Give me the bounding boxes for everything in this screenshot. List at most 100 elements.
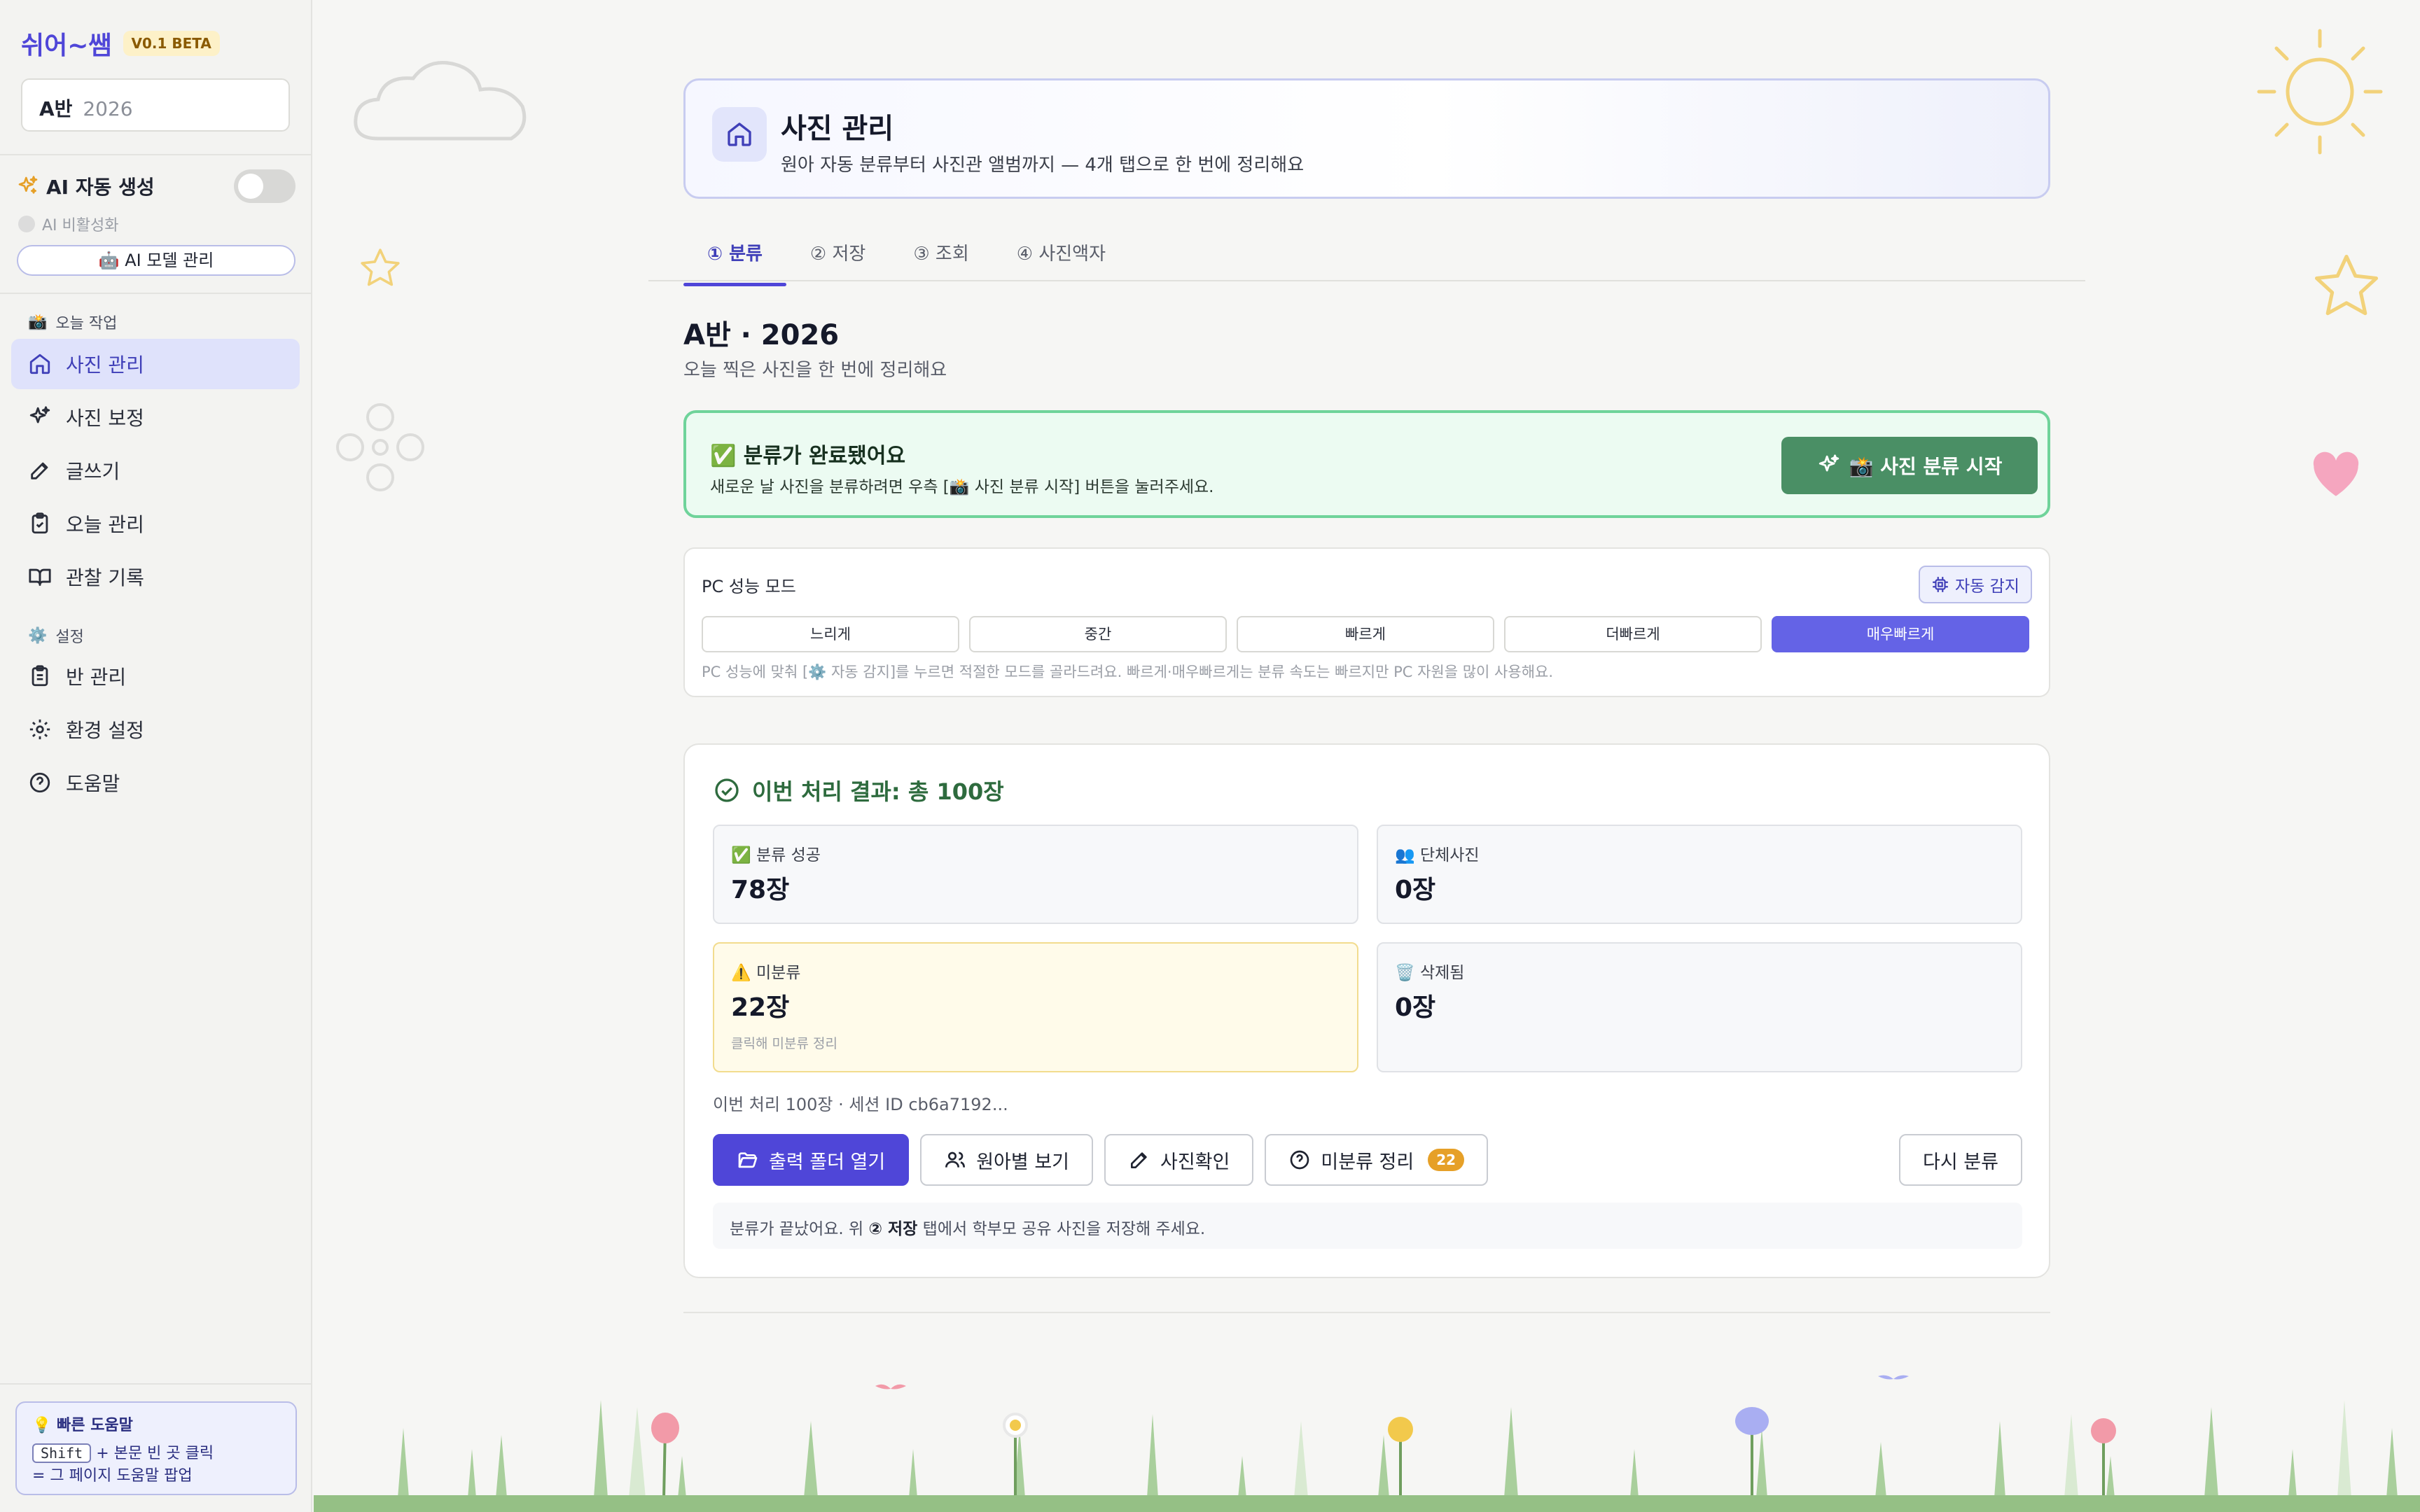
tab-photo-frame[interactable]: ④ 사진액자 [993,234,1129,284]
stat-value: 78장 [731,876,790,904]
reclassify-button[interactable]: 다시 분류 [1899,1134,2022,1186]
quick-help-box: 💡 빠른 도움말 Shift + 본문 빈 곳 클릭 = 그 페이지 도움말 팝… [15,1401,297,1495]
quick-help-line: Shift + 본문 빈 곳 클릭 [32,1441,280,1463]
sidebar-section-today: 📸 오늘 작업 [28,311,117,333]
home-icon [728,122,751,146]
sun-icon [2257,29,2383,155]
result-card: 이번 처리 결과: 총 100장 ✅ 분류 성공 78장 👥 단체사진 0장 ⚠… [683,743,2050,1278]
start-classify-button[interactable]: 📸 사진 분류 시작 [1781,437,2038,494]
tab-view[interactable]: ③ 조회 [889,234,992,284]
star-icon [2314,254,2379,316]
tab-classify[interactable]: ① 분류 [683,234,786,286]
note-save-tab: ② 저장 [868,1220,918,1238]
mode-medium[interactable]: 중간 [969,616,1227,652]
stat-hint: 클릭해 미분류 정리 [731,1036,837,1051]
tab-save[interactable]: ② 저장 [786,234,889,284]
check-circle-icon [715,778,739,802]
mode-fastest[interactable]: 매우빠르게 [1772,616,2029,652]
book-open-icon [29,568,51,586]
clipboard-check-icon [32,512,48,534]
stat-group-photo: 👥 단체사진 0장 [1377,825,2022,924]
sidebar-item-label: 오늘 관리 [66,513,144,536]
classify-done-banner: ✅ 분류가 완료됐어요 새로운 날 사진을 분류하려면 우측 [📸 사진 분류 … [683,410,2050,518]
class-name: A반 [39,97,73,120]
tab-underline [648,280,2085,281]
stat-label: 👥 단체사진 [1395,846,1480,864]
stat-success: ✅ 분류 성공 78장 [713,825,1358,924]
app-window: 쉬어~쌤 V0.1 BETA A반 2026 AI 자동 생성 AI 비활성화 … [0,0,2420,1512]
mode-fast[interactable]: 빠르게 [1237,616,1494,652]
sparkles-icon [29,406,50,424]
sidebar-divider [0,1383,312,1385]
section-label: 오늘 작업 [55,315,118,332]
sidebar-item-writing[interactable]: 글쓰기 [11,445,300,496]
sidebar-item-photo-manage[interactable]: 사진 관리 [11,339,300,389]
view-by-child-button[interactable]: 원아별 보기 [920,1134,1094,1186]
section-subtitle: 오늘 찍은 사진을 한 번에 정리해요 [683,360,947,381]
sidebar-item-settings[interactable]: 환경 설정 [11,704,300,755]
ai-auto-label: AI 자동 생성 [46,176,155,199]
flower-outline-icon [336,403,424,491]
shift-key: Shift [32,1443,92,1463]
photo-check-button[interactable]: 사진확인 [1104,1134,1254,1186]
sidebar-divider [0,154,312,155]
session-info: 이번 처리 100장 · 세션 ID cb6a7192... [713,1095,1008,1114]
ai-auto-row: AI 자동 생성 [17,169,295,203]
stat-unclassified[interactable]: ⚠️ 미분류 22장 클릭해 미분류 정리 [713,942,1358,1072]
unclassified-count-badge: 22 [1428,1149,1465,1171]
brand: 쉬어~쌤 V0.1 BETA [21,25,220,62]
mode-faster[interactable]: 더빠르게 [1504,616,1762,652]
sidebar-item-help[interactable]: 도움말 [11,757,300,808]
perf-note: PC 성능에 맞춰 [⚙️ 자동 감지]를 누르면 적절한 모드를 골라드려요.… [702,664,1554,680]
sidebar-section-settings: ⚙️ 설정 [28,624,84,647]
ai-model-manage-button[interactable]: 🤖 AI 모델 관리 [17,245,295,276]
sidebar-item-photo-edit[interactable]: 사진 보정 [11,392,300,442]
auto-detect-label: 자동 감지 [1955,578,2019,596]
gear-icon: ⚙️ [28,626,48,645]
sidebar-item-label: 사진 보정 [66,407,144,430]
help-circle-icon [1291,1150,1309,1170]
folder-open-icon [738,1152,758,1168]
note-suffix: 탭에서 학부모 공유 사진을 저장해 주세요. [917,1220,1206,1238]
sidebar-item-label: 관찰 기록 [66,566,144,589]
ai-auto-toggle[interactable] [234,169,295,203]
result-note: 분류가 끝났어요. 위 ② 저장 탭에서 학부모 공유 사진을 저장해 주세요. [713,1203,2022,1249]
sidebar-item-label: 환경 설정 [66,719,144,742]
auto-detect-button[interactable]: 자동 감지 [1919,566,2032,603]
button-label: 출력 폴더 열기 [769,1151,886,1173]
note-prefix: 분류가 끝났어요. 위 [730,1220,869,1238]
help-circle-icon [29,772,50,793]
home-icon [29,354,50,374]
quick-help-line2: = 그 페이지 도움말 팝업 [32,1467,193,1485]
camera-icon: 📸 [28,313,48,331]
pc-performance-card: PC 성능 모드 자동 감지 느리게 중간 빠르게 더빠르게 매우빠르게 PC … [683,547,2050,697]
cloud-icon [354,61,527,141]
sidebar-item-label: 도움말 [66,772,120,795]
sidebar-item-today-manage[interactable]: 오늘 관리 [11,498,300,549]
sidebar-item-label: 글쓰기 [66,460,120,483]
mode-slow[interactable]: 느리게 [702,616,959,652]
sidebar-item-label: 반 관리 [66,666,127,689]
class-selector[interactable]: A반 2026 [21,78,290,132]
quick-help-line1: + 본문 빈 곳 클릭 [96,1445,214,1462]
stat-label: ✅ 분류 성공 [731,846,821,864]
sidebar-item-label: 사진 관리 [66,354,144,377]
page-title: 사진 관리 [781,113,894,145]
ai-status-text: AI 비활성화 [42,217,119,234]
pencil-icon [31,462,48,479]
result-title: 이번 처리 결과: 총 100장 [713,774,1004,806]
organize-unclassified-button[interactable]: 미분류 정리 22 [1265,1134,1489,1186]
sparkles-icon [18,176,38,194]
stat-value: 0장 [1395,876,1436,904]
perf-title: PC 성능 모드 [702,577,796,596]
open-output-folder-button[interactable]: 출력 폴더 열기 [713,1134,910,1186]
tab-bar: ① 분류 ② 저장 ③ 조회 ④ 사진액자 [683,234,1129,286]
page-header-card: 사진 관리 원아 자동 분류부터 사진관 앨범까지 — 4개 탭으로 한 번에 … [683,78,2050,199]
start-classify-label: 📸 사진 분류 시작 [1849,455,2003,478]
sidebar-item-observation[interactable]: 관찰 기록 [11,552,300,602]
sidebar-item-class-manage[interactable]: 반 관리 [11,651,300,701]
section-title: A반 · 2026 [683,319,840,351]
class-year: 2026 [83,97,133,120]
stat-value: 0장 [1395,993,1436,1022]
toggle-knob [238,174,263,199]
